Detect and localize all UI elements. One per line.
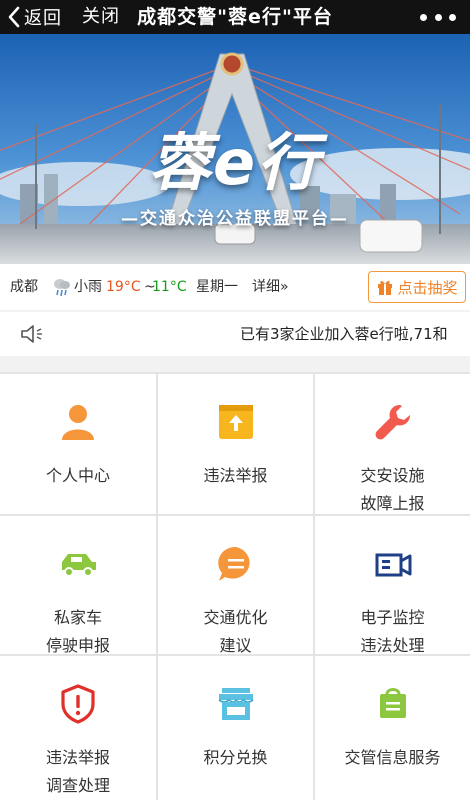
banner-slogan: —交通众治公益联盟平台— — [121, 209, 349, 229]
service-label: 个人中心 — [45, 466, 110, 485]
service-label: 交通优化 建议 — [158, 604, 313, 660]
rain-cloud-icon — [54, 279, 70, 297]
close-button[interactable]: 关闭 — [82, 4, 120, 30]
service-private-car[interactable]: 私家车 停驶申报 — [0, 516, 156, 655]
shield-alert-icon — [61, 684, 95, 724]
notice-text: 已有3家企业加入蓉e行啦,71和 — [240, 325, 448, 343]
weekday-label: 星期一 — [196, 279, 238, 295]
service-label: 交安设施 故障上报 — [315, 462, 470, 518]
more-dot-icon — [449, 13, 456, 21]
bag-icon — [379, 688, 406, 718]
service-traffic-info[interactable]: 交管信息服务 — [315, 656, 470, 800]
service-label-line1: 交通优化 — [203, 608, 268, 627]
more-dot-icon — [434, 13, 442, 21]
service-label: 私家车 停驶申报 — [0, 604, 156, 660]
back-button[interactable]: 返回 — [6, 4, 62, 30]
weather-detail-link[interactable]: 详细» — [252, 264, 289, 310]
service-facility-fault[interactable]: 交安设施 故障上报 — [315, 374, 470, 514]
service-label-line1: 交安设施 — [360, 466, 425, 485]
service-label: 电子监控 违法处理 — [315, 604, 470, 660]
service-points-exchange[interactable]: 积分兑换 — [158, 656, 313, 800]
hero-banner[interactable]: 蓉e行 —交通众治公益联盟平台— — [0, 34, 470, 264]
speaker-icon — [21, 325, 42, 343]
service-label-line1: 电子监控 — [360, 608, 425, 627]
wrench-icon — [375, 404, 410, 440]
chevron-left-icon — [8, 6, 20, 28]
store-icon — [218, 688, 253, 720]
service-personal-center[interactable]: 个人中心 — [0, 374, 156, 514]
service-label: 交管信息服务 — [344, 748, 441, 767]
service-label-line2: 调查处理 — [45, 776, 110, 795]
page-title: 成都交警"蓉e行"平台 — [137, 6, 333, 28]
service-label-line2: 故障上报 — [360, 494, 425, 513]
lottery-button[interactable]: 点击抽奖 — [368, 271, 466, 303]
service-grid: 个人中心 违法举报 交安设施 故障上报 私家车 停驶申报 交通优化 建议 电子监… — [0, 372, 470, 800]
back-label: 返回 — [24, 8, 62, 29]
chat-icon — [217, 546, 250, 581]
temp-high: 19°C — [106, 279, 141, 295]
service-traffic-suggestion[interactable]: 交通优化 建议 — [158, 516, 313, 655]
person-icon — [62, 405, 94, 440]
service-label-line1: 私家车 — [53, 608, 102, 627]
more-options-button[interactable] — [420, 4, 456, 30]
lottery-label: 点击抽奖 — [397, 278, 458, 297]
service-camera-violation[interactable]: 电子监控 违法处理 — [315, 516, 470, 655]
upload-icon — [218, 405, 253, 439]
weather-condition: 小雨 — [74, 279, 102, 295]
service-label: 违法举报 调查处理 — [0, 744, 156, 800]
gift-icon — [378, 280, 393, 295]
camera-icon — [375, 553, 411, 577]
notice-bar[interactable]: 已有3家企业加入蓉e行啦,71和 — [0, 312, 470, 356]
banner-logo-text: 蓉e行 — [148, 126, 322, 199]
service-violation-report[interactable]: 违法举报 — [158, 374, 313, 514]
temp-low: 11°C — [152, 279, 187, 295]
service-label: 违法举报 — [203, 466, 268, 485]
weather-bar: 成都 小雨 19°C ~ 11°C 星期一 详细» 点击抽奖 — [0, 264, 470, 310]
more-dot-icon — [420, 13, 427, 21]
top-nav-bar: 返回 关闭 成都交警"蓉e行"平台 — [0, 0, 470, 34]
service-violation-investigation[interactable]: 违法举报 调查处理 — [0, 656, 156, 800]
car-icon — [62, 554, 96, 577]
weather-city: 成都 — [10, 279, 38, 295]
service-label: 积分兑换 — [203, 748, 268, 767]
service-label-line1: 违法举报 — [45, 748, 110, 767]
